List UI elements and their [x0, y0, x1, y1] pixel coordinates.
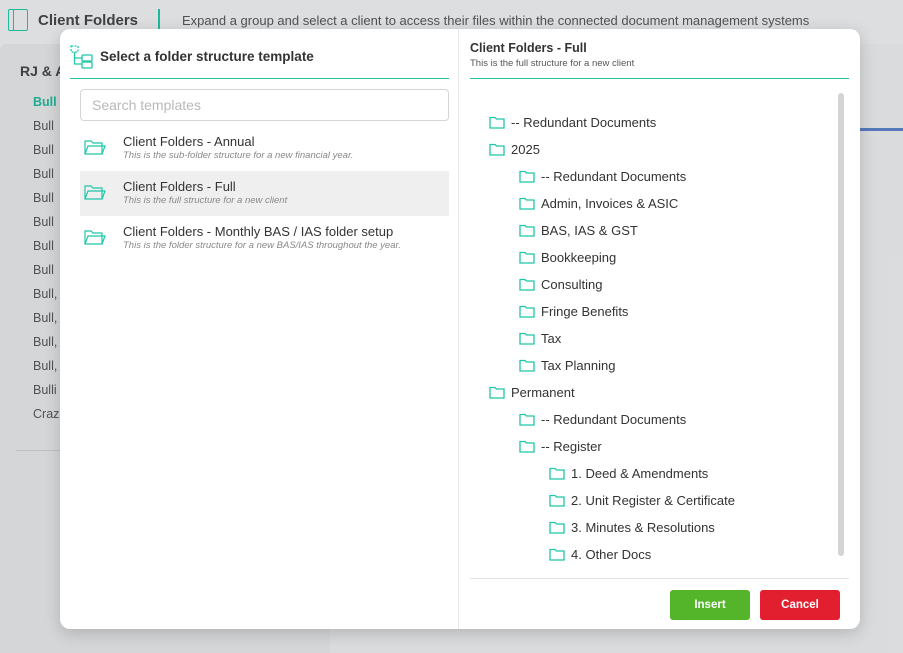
- folder-tree-node[interactable]: 4. Other Docs: [489, 541, 829, 564]
- folder-tree-node[interactable]: 2. Unit Register & Certificate: [489, 487, 829, 514]
- folder-name: -- Redundant Documents: [511, 115, 657, 130]
- folder-tree: -- Redundant Documents 2025 -- Redundant D…: [489, 109, 829, 564]
- folder-icon: [519, 224, 541, 237]
- folder-tree-node[interactable]: Permanent: [489, 379, 829, 406]
- folder-tree-node[interactable]: 1. Deed & Amendments: [489, 460, 829, 487]
- template-item[interactable]: Client Folders - Monthly BAS / IAS folde…: [80, 216, 449, 261]
- folder-name: 4. Other Docs: [571, 547, 652, 562]
- folder-icon: [519, 413, 541, 426]
- folder-name: Tax: [541, 331, 562, 346]
- folder-name: Fringe Benefits: [541, 304, 629, 319]
- template-description: This is the full structure for a new cli…: [123, 195, 288, 206]
- folder-name: 3. Minutes & Resolutions: [571, 520, 715, 535]
- folder-icon: [519, 332, 541, 345]
- folder-icon: [489, 386, 511, 399]
- template-item[interactable]: Client Folders - Full This is the full st…: [80, 171, 449, 216]
- folder-name: Permanent: [511, 385, 575, 400]
- preview-title: Client Folders - Full: [470, 41, 587, 55]
- folder-icon: [519, 197, 541, 210]
- template-text: Client Folders - Monthly BAS / IAS folde…: [123, 224, 401, 251]
- folder-tree-node[interactable]: 3. Minutes & Resolutions: [489, 514, 829, 541]
- template-selector-pane: Select a folder structure template Clien…: [60, 29, 459, 629]
- folder-tree-node[interactable]: Tax Planning: [489, 352, 829, 379]
- folder-name: BAS, IAS & GST: [541, 223, 638, 238]
- folder-icon: [549, 521, 571, 534]
- folder-name: -- Redundant Documents: [541, 169, 687, 184]
- folder-tree-node[interactable]: BAS, IAS & GST: [489, 217, 829, 244]
- template-selector-header: Select a folder structure template: [70, 45, 449, 79]
- template-text: Client Folders - Annual This is the sub-f…: [123, 134, 353, 161]
- folder-icon: [519, 278, 541, 291]
- template-name: Client Folders - Monthly BAS / IAS folde…: [123, 224, 394, 239]
- folder-tree-node[interactable]: Bookkeeping: [489, 244, 829, 271]
- folder-tree-node[interactable]: Tax: [489, 325, 829, 352]
- folder-open-icon: [84, 228, 106, 251]
- template-description: This is the sub-folder structure for a n…: [123, 150, 354, 161]
- preview-header: Client Folders - Full This is the full s…: [470, 41, 849, 79]
- folder-tree-node[interactable]: -- Register: [489, 433, 829, 460]
- folder-structure-icon: [70, 45, 94, 69]
- footer-divider: [470, 578, 849, 579]
- folder-name: Tax Planning: [541, 358, 616, 373]
- folder-icon: [519, 359, 541, 372]
- template-name: Client Folders - Annual: [123, 134, 255, 149]
- folder-name: -- Redundant Documents: [541, 412, 687, 427]
- folder-icon: [519, 305, 541, 318]
- folder-icon: [489, 143, 511, 156]
- folder-icon: [549, 548, 571, 561]
- template-list: Client Folders - Annual This is the sub-f…: [80, 126, 449, 261]
- folder-name: 1. Deed & Amendments: [571, 466, 709, 481]
- template-preview-pane: Client Folders - Full This is the full s…: [459, 29, 860, 629]
- search-templates-input[interactable]: [80, 89, 449, 121]
- folder-template-dialog: Select a folder structure template Clien…: [60, 29, 860, 629]
- folder-tree-node[interactable]: Admin, Invoices & ASIC: [489, 190, 829, 217]
- tree-scrollbar[interactable]: [838, 93, 844, 556]
- preview-subtitle: This is the full structure for a new cli…: [470, 58, 635, 69]
- folder-tree-node[interactable]: -- Redundant Documents: [489, 163, 829, 190]
- folder-icon: [519, 251, 541, 264]
- folder-icon: [549, 467, 571, 480]
- template-description: This is the folder structure for a new B…: [123, 240, 401, 251]
- folder-name: 2. Unit Register & Certificate: [571, 493, 736, 508]
- folder-tree-node[interactable]: -- Redundant Documents: [489, 109, 829, 136]
- cancel-button[interactable]: Cancel: [760, 590, 840, 620]
- folder-tree-node[interactable]: 2025: [489, 136, 829, 163]
- dialog-title: Select a folder structure template: [100, 49, 314, 64]
- folder-name: Admin, Invoices & ASIC: [541, 196, 679, 211]
- folder-name: -- Register: [541, 439, 602, 454]
- folder-name: 2025: [511, 142, 540, 157]
- folder-tree-node[interactable]: Consulting: [489, 271, 829, 298]
- folder-icon: [519, 440, 541, 453]
- folder-tree-node[interactable]: Fringe Benefits: [489, 298, 829, 325]
- folder-icon: [489, 116, 511, 129]
- insert-button[interactable]: Insert: [670, 590, 750, 620]
- template-item[interactable]: Client Folders - Annual This is the sub-f…: [80, 126, 449, 171]
- folder-open-icon: [84, 183, 106, 206]
- folder-name: Consulting: [541, 277, 603, 292]
- template-name: Client Folders - Full: [123, 179, 236, 194]
- folder-icon: [549, 494, 571, 507]
- folder-tree-node[interactable]: -- Redundant Documents: [489, 406, 829, 433]
- folder-open-icon: [84, 138, 106, 161]
- template-text: Client Folders - Full This is the full st…: [123, 179, 287, 206]
- folder-name: Bookkeeping: [541, 250, 617, 265]
- folder-icon: [519, 170, 541, 183]
